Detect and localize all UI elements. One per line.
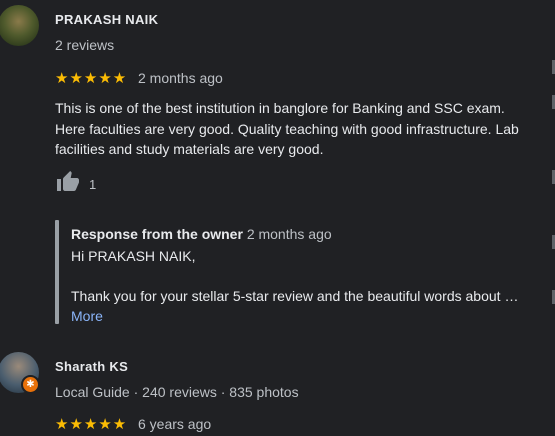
star-rating: ★★★★★ [55, 70, 128, 87]
review-date: 6 years ago [138, 416, 212, 432]
review-text: This is one of the best institution in b… [55, 100, 519, 157]
reviewer-meta: Local Guide · 240 reviews · 835 photos [55, 384, 299, 400]
owner-response-header: Response from the owner 2 months ago [71, 226, 332, 242]
side-panel-edge [551, 40, 555, 340]
reviewer-name[interactable]: Sharath KS [55, 359, 128, 374]
more-link[interactable]: More [71, 308, 103, 324]
reviewer-avatar[interactable]: ✱ [0, 352, 40, 394]
owner-response-greeting: Hi PRAKASH NAIK, [71, 248, 196, 264]
reviewer-avatar[interactable] [0, 5, 39, 46]
owner-response-divider [55, 220, 59, 324]
thumbs-up-icon[interactable] [55, 170, 81, 194]
owner-response-title: Response from the owner [71, 226, 243, 242]
owner-response-date: 2 months ago [246, 226, 332, 242]
like-count: 1 [89, 177, 97, 192]
star-rating: ★★★★★ [55, 416, 128, 433]
reviewer-meta: 2 reviews [55, 37, 115, 53]
owner-response-body-text: Thank you for your stellar 5-star review… [71, 288, 519, 304]
owner-response-body: Thank you for your stellar 5-star review… [71, 286, 531, 326]
reviewer-name[interactable]: PRAKASH NAIK [55, 12, 158, 27]
local-guide-badge-icon: ✱ [21, 375, 40, 394]
review-date: 2 months ago [138, 70, 223, 86]
